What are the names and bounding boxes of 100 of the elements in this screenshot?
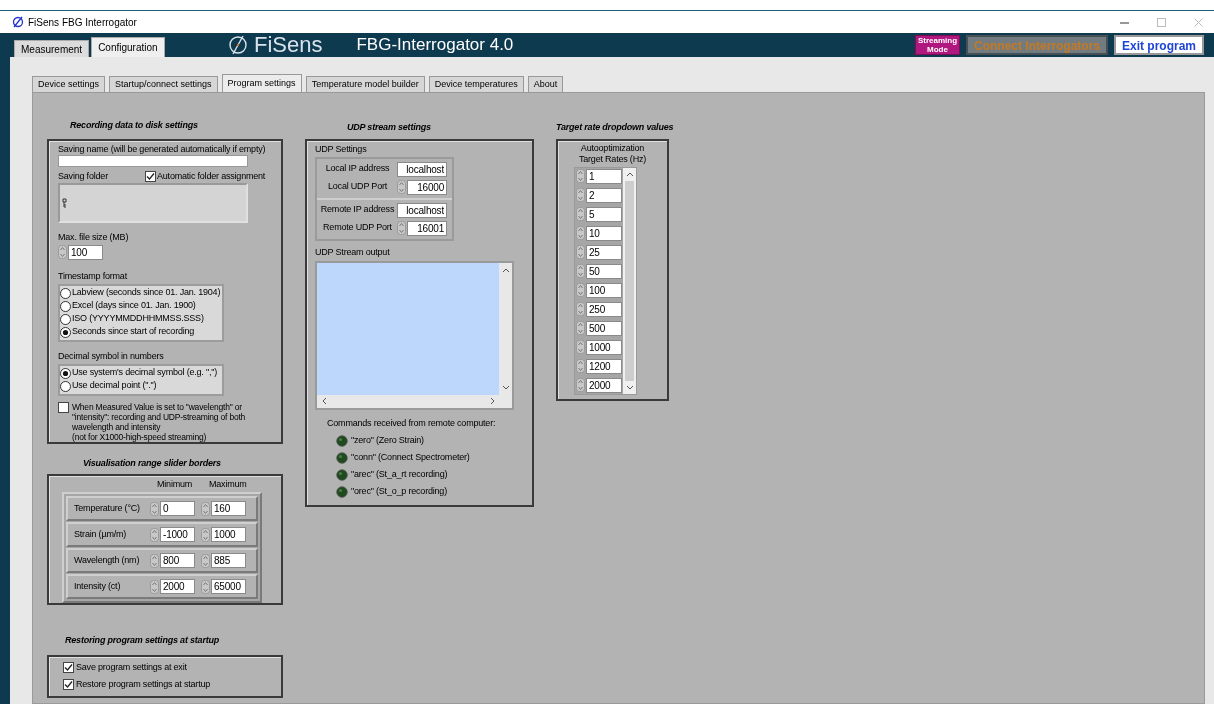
increment-buttons[interactable] bbox=[576, 302, 585, 316]
increment-buttons[interactable] bbox=[397, 180, 406, 194]
increment-buttons[interactable] bbox=[201, 553, 210, 568]
increment-buttons[interactable] bbox=[397, 221, 406, 235]
radio-button[interactable] bbox=[60, 300, 71, 312]
increment-buttons[interactable] bbox=[576, 169, 585, 183]
number-field[interactable]: 100 bbox=[68, 244, 103, 260]
checkbox-label: Automatic folder assignment bbox=[157, 169, 266, 183]
increment-buttons[interactable] bbox=[576, 188, 585, 202]
number-field[interactable]: 1000 bbox=[586, 339, 622, 355]
number-field[interactable]: 500 bbox=[586, 320, 622, 336]
exit-button[interactable]: Exit program bbox=[1114, 35, 1204, 55]
row-label: Wavelength (nm) bbox=[74, 553, 141, 567]
checkbox-label: When Measured Value is set to "wavelength" or "intensity": recording and UDP-streaming of both wavelength and intensity (not for X1000-high-speed streaming) bbox=[72, 401, 246, 442]
scroll-down-icon[interactable] bbox=[501, 383, 510, 391]
number-field[interactable]: localhost bbox=[397, 202, 447, 218]
number-field[interactable]: 2000 bbox=[586, 377, 622, 393]
increment-buttons[interactable] bbox=[576, 359, 585, 373]
row-label: Intensity (ct) bbox=[74, 579, 122, 593]
number-field[interactable]: 16000 bbox=[407, 179, 447, 195]
number-field[interactable]: 160 bbox=[211, 501, 246, 516]
increment-buttons[interactable] bbox=[150, 553, 159, 568]
increment-buttons[interactable] bbox=[576, 378, 585, 392]
increment-buttons[interactable] bbox=[576, 264, 585, 278]
number-field[interactable]: 1 bbox=[586, 168, 622, 184]
maximize-icon[interactable] bbox=[1156, 16, 1167, 28]
checkbox[interactable] bbox=[63, 679, 74, 691]
scrollbar[interactable] bbox=[623, 167, 636, 394]
increment-buttons[interactable] bbox=[150, 579, 159, 594]
increment-buttons[interactable] bbox=[201, 527, 210, 542]
increment-buttons[interactable] bbox=[576, 283, 585, 297]
field-label: Autooptimization Target Rates (Hz) bbox=[578, 142, 647, 165]
tab[interactable]: Device temperatures bbox=[428, 76, 524, 92]
tab[interactable]: Program settings bbox=[221, 74, 302, 92]
scroll-left-icon[interactable] bbox=[321, 397, 328, 405]
tab[interactable]: Startup/connect settings bbox=[109, 76, 218, 92]
folder-path-field[interactable] bbox=[58, 183, 248, 223]
number-field[interactable]: 800 bbox=[160, 553, 195, 568]
number-field[interactable]: 1200 bbox=[586, 358, 622, 374]
tab[interactable]: Measurement bbox=[14, 40, 90, 57]
option-label[interactable]: Use decimal point (".") bbox=[72, 379, 157, 393]
tab[interactable]: Device settings bbox=[32, 76, 106, 92]
field-label: Local UDP Port bbox=[326, 180, 389, 194]
number-field[interactable]: 5 bbox=[586, 206, 622, 222]
option-label[interactable]: Labview (seconds since 01. Jan. 1904) bbox=[72, 286, 221, 300]
increment-buttons[interactable] bbox=[201, 501, 210, 516]
radio-button[interactable] bbox=[60, 287, 71, 299]
scroll-down-icon[interactable] bbox=[625, 383, 634, 391]
number-field[interactable]: 885 bbox=[211, 553, 246, 568]
increment-buttons[interactable] bbox=[58, 245, 67, 259]
increment-buttons[interactable] bbox=[576, 226, 585, 240]
increment-buttons[interactable] bbox=[150, 527, 159, 542]
mode-button[interactable]: Streaming Mode bbox=[914, 35, 960, 55]
checkbox-label: Save program settings at exit bbox=[76, 660, 187, 674]
option-label[interactable]: Excel (days since 01. Jan. 1900) bbox=[72, 299, 196, 313]
number-field[interactable]: localhost bbox=[397, 161, 447, 177]
scroll-thumb[interactable] bbox=[625, 180, 634, 381]
increment-buttons[interactable] bbox=[576, 340, 585, 354]
radio-button[interactable] bbox=[60, 367, 71, 379]
scroll-right-icon[interactable] bbox=[489, 397, 496, 405]
option-label[interactable]: Use system's decimal symbol (e.g. ",") bbox=[72, 366, 218, 380]
tab[interactable]: Temperature model builder bbox=[305, 76, 425, 92]
field-label: Decimal symbol in numbers bbox=[58, 349, 165, 362]
number-field[interactable]: 65000 bbox=[211, 579, 246, 594]
increment-buttons[interactable] bbox=[201, 579, 210, 594]
increment-buttons[interactable] bbox=[576, 245, 585, 259]
number-field[interactable]: 2 bbox=[586, 187, 622, 203]
saving-name-field[interactable] bbox=[58, 154, 248, 168]
checkbox[interactable] bbox=[63, 661, 74, 673]
number-field[interactable]: 1000 bbox=[211, 527, 246, 542]
number-field[interactable]: 2000 bbox=[160, 579, 195, 594]
column-header: Maximum bbox=[209, 478, 247, 491]
checkbox-label: Restore program settings at startup bbox=[76, 678, 211, 691]
indicator-label: "arec" (St_a_rt recording) bbox=[351, 468, 448, 482]
radio-button[interactable] bbox=[60, 326, 71, 338]
number-field[interactable]: 16001 bbox=[407, 220, 447, 236]
indicator-label: "zero" (Zero Strain) bbox=[351, 434, 424, 448]
number-field[interactable]: 50 bbox=[586, 263, 622, 279]
increment-buttons[interactable] bbox=[576, 207, 585, 221]
increment-buttons[interactable] bbox=[576, 321, 585, 335]
option-label[interactable]: ISO (YYYYMMDDHHMMSS.SSS) bbox=[72, 312, 204, 326]
scroll-up-icon[interactable] bbox=[501, 266, 510, 274]
number-field[interactable]: 25 bbox=[586, 244, 622, 260]
number-field[interactable]: 10 bbox=[586, 225, 622, 241]
radio-button[interactable] bbox=[60, 313, 71, 325]
scroll-up-icon[interactable] bbox=[625, 170, 634, 178]
number-field[interactable]: 0 bbox=[160, 501, 195, 516]
close-icon[interactable] bbox=[1193, 16, 1204, 28]
number-field[interactable]: -1000 bbox=[160, 527, 195, 542]
number-field[interactable]: 250 bbox=[586, 301, 622, 317]
increment-buttons[interactable] bbox=[150, 501, 159, 516]
tab[interactable]: About bbox=[527, 76, 564, 92]
tab[interactable]: Configuration bbox=[91, 37, 165, 57]
checkbox[interactable] bbox=[145, 171, 156, 183]
section-title: Visualisation range slider borders bbox=[83, 456, 221, 470]
checkbox[interactable] bbox=[58, 401, 69, 413]
number-field[interactable]: 100 bbox=[586, 282, 622, 298]
window-title: FiSens FBG Interrogator bbox=[28, 15, 138, 30]
radio-button[interactable] bbox=[60, 380, 71, 392]
option-label[interactable]: Seconds since start of recording bbox=[72, 325, 195, 339]
